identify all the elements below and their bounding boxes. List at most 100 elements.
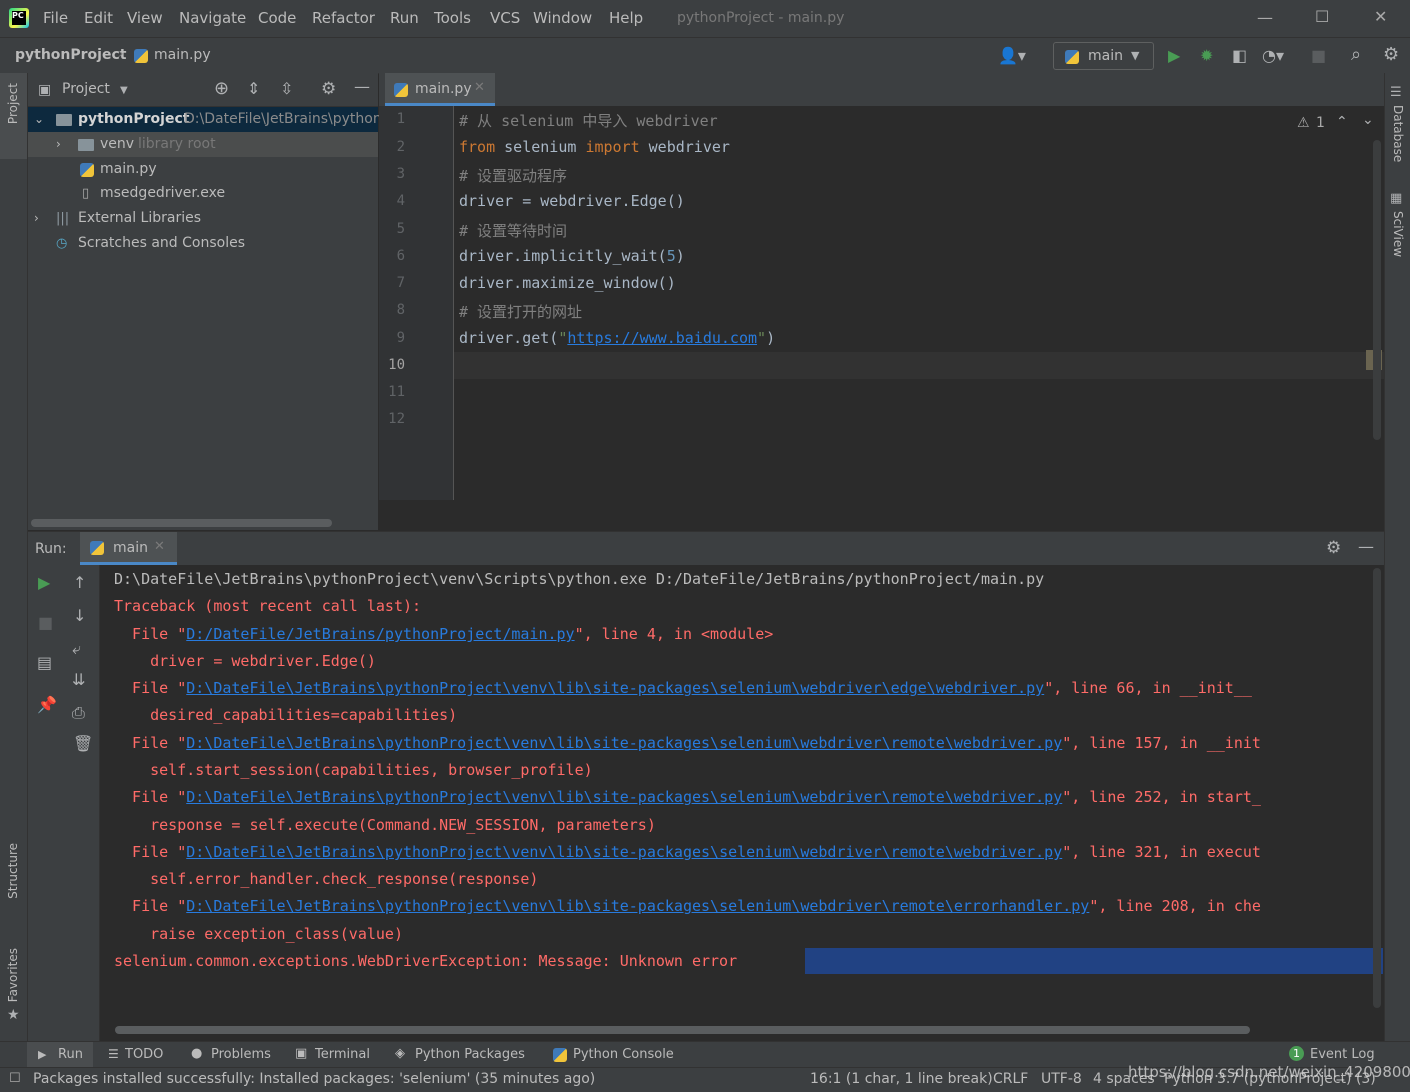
project-view-icon: ▣ [38, 82, 52, 98]
tree-item-scratches[interactable]: ◷ Scratches and Consoles [28, 231, 378, 256]
url-link[interactable]: https://www.baidu.com [567, 329, 757, 347]
bottom-tab-terminal[interactable]: Terminal [315, 1047, 370, 1062]
restore-layout-icon[interactable]: ▤ [37, 655, 52, 671]
collapse-all-icon[interactable]: ⇳ [280, 81, 293, 97]
pycharm-logo: PC [9, 8, 29, 28]
rerun-icon[interactable]: ▶ [38, 575, 50, 591]
hide-panel-icon[interactable]: — [354, 79, 370, 95]
event-log-badge: 1 [1289, 1046, 1304, 1061]
console-file-link[interactable]: D:\DateFile\JetBrains\pythonProject\venv… [186, 843, 1062, 861]
settings-gear-icon[interactable]: ⚙ [1383, 46, 1399, 64]
warning-icon[interactable]: ⚠ [1297, 115, 1310, 131]
menu-window[interactable]: Window [533, 9, 592, 27]
code-editor[interactable] [454, 106, 1384, 500]
code-line-9: driver.get("https://www.baidu.com") [459, 329, 775, 347]
tree-item-main-py[interactable]: main.py [28, 157, 378, 182]
editor-scrollbar[interactable] [1373, 140, 1381, 440]
run-tab-close-icon[interactable]: ✕ [154, 539, 165, 554]
bottom-tab-run[interactable]: ▶ Run [27, 1042, 93, 1068]
tab-label: main.py [415, 81, 472, 97]
project-view-dropdown-icon[interactable]: ▼ [120, 83, 128, 99]
code-line-5: # 设置等待时间 [459, 222, 568, 240]
menu-edit[interactable]: Edit [84, 9, 113, 27]
run-panel-header: Run: main ✕ ⚙ — [28, 531, 1384, 565]
print-icon[interactable]: ⎙ [72, 705, 85, 721]
toggle-tool-windows-icon[interactable]: ☐ [9, 1071, 21, 1086]
favorites-tool-label[interactable]: Favorites [6, 948, 20, 1002]
menu-refactor[interactable]: Refactor [312, 9, 375, 27]
close-icon[interactable]: ✕ [1374, 7, 1387, 26]
expand-all-icon[interactable]: ⇕ [247, 81, 260, 97]
menu-help[interactable]: Help [609, 9, 643, 27]
maximize-icon[interactable]: ☐ [1315, 7, 1329, 26]
menu-code[interactable]: Code [258, 9, 296, 27]
sciview-tool-label[interactable]: SciView [1391, 211, 1405, 257]
run-icon[interactable]: ▶ [1168, 48, 1180, 64]
console-file-link[interactable]: D:\DateFile\JetBrains\pythonProject\venv… [186, 734, 1062, 752]
previous-highlight-icon[interactable]: ⌃ [1336, 114, 1348, 130]
structure-tool-label[interactable]: Structure [6, 843, 20, 899]
console-file-link[interactable]: D:\DateFile\JetBrains\pythonProject\venv… [186, 788, 1062, 806]
line-number: 8 [396, 302, 405, 318]
console-file-link[interactable]: D:/DateFile/JetBrains/pythonProject/main… [186, 625, 574, 643]
project-view-title[interactable]: Project [62, 81, 110, 97]
menu-navigate[interactable]: Navigate [179, 9, 246, 27]
down-arrow-icon[interactable]: ↓ [73, 608, 86, 624]
venv-label: venv [100, 136, 135, 152]
menu-vcs[interactable]: VCS [490, 9, 520, 27]
tree-item-external-libraries[interactable]: › ||| External Libraries [28, 206, 378, 231]
line-number: 9 [396, 330, 405, 346]
bottom-tab-problems[interactable]: Problems [211, 1047, 271, 1062]
breadcrumb-file[interactable]: main.py [154, 47, 211, 63]
line-separator[interactable]: CRLF [993, 1071, 1028, 1087]
database-tool-label[interactable]: Database [1391, 105, 1405, 162]
tree-item-venv[interactable]: › venv library root [28, 132, 378, 157]
console-text: File " [114, 625, 187, 643]
console-vertical-scrollbar[interactable] [1373, 568, 1381, 1008]
warning-count[interactable]: 1 [1316, 115, 1325, 131]
console-horizontal-scrollbar[interactable] [115, 1026, 1250, 1034]
search-icon[interactable]: ⌕ [1351, 46, 1361, 64]
tree-item-msedgedriver[interactable]: ▯ msedgedriver.exe [28, 181, 378, 206]
soft-wrap-icon[interactable]: ⤶ [72, 641, 81, 657]
caret-position[interactable]: 16:1 (1 char, 1 line break) [810, 1071, 993, 1087]
tab-main-py[interactable]: main.py ✕ [385, 73, 495, 106]
status-message[interactable]: Packages installed successfully: Install… [33, 1071, 595, 1087]
bottom-tab-python-packages[interactable]: Python Packages [415, 1047, 525, 1062]
profile-icon[interactable]: ◔▾ [1262, 48, 1284, 64]
next-highlight-icon[interactable]: ⌄ [1362, 112, 1374, 128]
horizontal-scrollbar[interactable] [31, 519, 332, 527]
user-icon[interactable]: 👤▾ [998, 48, 1026, 64]
event-log-label[interactable]: Event Log [1310, 1047, 1375, 1062]
menu-file[interactable]: File [43, 9, 68, 27]
run-tab-main[interactable]: main ✕ [80, 532, 177, 565]
clear-all-icon[interactable]: 🗑 [73, 736, 93, 752]
console-file-link[interactable]: D:\DateFile\JetBrains\pythonProject\venv… [186, 897, 1089, 915]
console-text: ", line 321, in execut [1062, 843, 1261, 861]
menu-run[interactable]: Run [390, 9, 419, 27]
code-line-8: # 设置打开的网址 [459, 303, 583, 321]
pin-tab-icon[interactable]: 📌 [37, 697, 57, 713]
minimize-icon[interactable]: — [1257, 8, 1273, 27]
scroll-to-end-icon[interactable]: ⇊ [72, 672, 85, 688]
stop-icon[interactable]: ■ [38, 615, 53, 631]
menu-tools[interactable]: Tools [434, 9, 471, 27]
stop-icon[interactable]: ■ [1311, 48, 1326, 64]
coverage-icon[interactable]: ◧ [1232, 48, 1247, 64]
breadcrumb-project[interactable]: pythonProject [15, 47, 126, 63]
up-arrow-icon[interactable]: ↑ [73, 575, 86, 591]
console-text: ", line 252, in start_ [1062, 788, 1261, 806]
file-encoding[interactable]: UTF-8 [1041, 1071, 1082, 1087]
project-settings-gear-icon[interactable]: ⚙ [321, 81, 336, 98]
console-file-link[interactable]: D:\DateFile\JetBrains\pythonProject\venv… [186, 679, 1044, 697]
bottom-tab-python-console[interactable]: Python Console [573, 1047, 674, 1062]
debug-icon[interactable]: ✹ [1200, 48, 1213, 64]
run-settings-gear-icon[interactable]: ⚙ [1326, 540, 1341, 557]
console-text: ", line 66, in __init__ [1044, 679, 1252, 697]
locate-file-icon[interactable]: ⊕ [214, 80, 229, 98]
tree-item-project-root[interactable]: ⌄ pythonProject D:\DateFile\JetBrains\py… [28, 107, 382, 132]
menu-view[interactable]: View [127, 9, 163, 27]
hide-run-panel-icon[interactable]: — [1358, 539, 1374, 555]
tab-close-icon[interactable]: ✕ [474, 80, 485, 95]
bottom-tab-todo[interactable]: TODO [125, 1047, 163, 1062]
